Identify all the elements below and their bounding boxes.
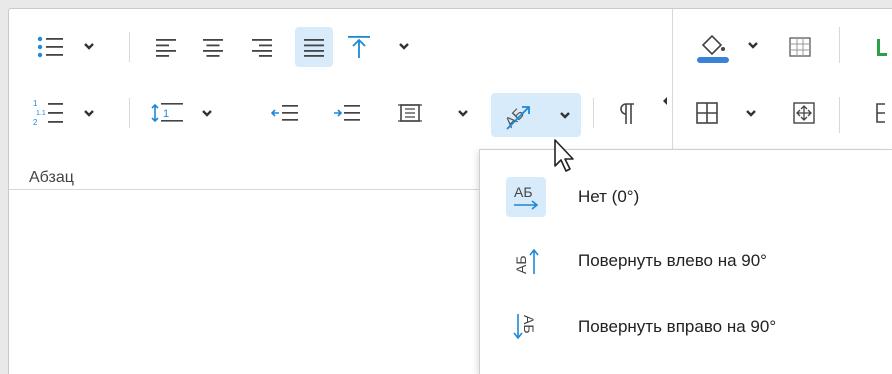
bullet-list-button[interactable] <box>31 29 95 65</box>
text-direction-none-icon: АБ <box>506 177 546 217</box>
toolbar-separator <box>129 32 130 62</box>
vertical-align-button[interactable] <box>342 29 412 65</box>
chevron-down-icon <box>202 110 212 117</box>
align-center-button[interactable] <box>196 29 230 65</box>
table-style-icon <box>789 37 811 57</box>
fill-color-icon <box>697 34 758 63</box>
table-align-button[interactable] <box>787 93 821 133</box>
rotate-right-90-icon: АБ <box>506 307 546 347</box>
menu-item-label: Повернуть вправо на 90° <box>578 317 777 336</box>
justify-button[interactable] <box>295 27 333 67</box>
chevron-down-icon <box>560 112 570 119</box>
svg-text:1.1: 1.1 <box>36 110 46 117</box>
table-split-button[interactable] <box>871 93 892 133</box>
table-split-icon <box>876 103 885 123</box>
multilevel-list-icon: 1 1.1 2 <box>33 99 94 127</box>
group-divider <box>839 97 840 133</box>
bullet-list-icon <box>37 36 94 58</box>
increase-indent-icon <box>334 105 360 121</box>
chevron-down-icon <box>84 43 94 50</box>
svg-text:АБ: АБ <box>521 315 537 334</box>
chevron-down-icon <box>84 110 94 117</box>
align-left-button[interactable] <box>149 29 183 65</box>
svg-text:1: 1 <box>33 99 38 108</box>
line-spacing-button[interactable]: 1 <box>149 93 244 133</box>
rotate-left-90-icon: АБ <box>506 241 546 281</box>
decrease-indent-button[interactable] <box>265 93 305 133</box>
align-right-button[interactable] <box>245 29 279 65</box>
align-left-icon <box>156 39 176 57</box>
svg-text:АБ: АБ <box>513 255 529 274</box>
table-style-button[interactable] <box>783 29 817 65</box>
cell-margins-button[interactable] <box>395 93 477 133</box>
increase-indent-button[interactable] <box>327 93 367 133</box>
collapse-arrow-icon[interactable] <box>661 95 669 107</box>
svg-text:1: 1 <box>163 108 169 120</box>
chevron-down-icon <box>399 43 409 50</box>
svg-text:АБ: АБ <box>514 184 533 200</box>
align-center-icon <box>203 39 223 57</box>
menu-item-label: Нет (0°) <box>578 187 640 206</box>
cell-margins-icon <box>398 104 468 122</box>
chevron-down-icon <box>458 110 468 117</box>
group-label-paragraph: Абзац <box>29 169 74 186</box>
borders-button[interactable] <box>691 93 767 133</box>
toolbar-separator <box>593 98 594 128</box>
menu-item-rotate-left[interactable]: АБ Повернуть влево на 90° <box>480 232 892 290</box>
multilevel-list-button[interactable]: 1 1.1 2 <box>31 93 95 133</box>
menu-item-none[interactable]: АБ Нет (0°) <box>480 168 892 226</box>
toolbar-separator <box>129 98 130 128</box>
table-align-icon <box>793 102 815 124</box>
text-direction-menu: АБ Нет (0°) АБ Повернуть влево на 90° АБ… <box>479 149 892 374</box>
borders-icon <box>696 102 756 124</box>
menu-item-rotate-right[interactable]: АБ Повернуть вправо на 90° <box>480 298 892 356</box>
table-tool-icon <box>877 39 887 56</box>
justify-icon <box>304 39 324 57</box>
chevron-down-icon <box>748 42 758 49</box>
pilcrow-icon <box>620 103 634 124</box>
svg-text:АБ: АБ <box>502 105 528 131</box>
text-direction-button[interactable]: АБ <box>491 93 581 137</box>
vertical-align-top-icon <box>348 36 409 58</box>
table-tool-button[interactable] <box>871 29 892 65</box>
decrease-indent-icon <box>270 105 298 121</box>
text-direction-icon: АБ <box>502 105 570 131</box>
svg-text:2: 2 <box>33 118 38 127</box>
align-right-icon <box>252 39 272 57</box>
line-spacing-icon: 1 <box>151 103 212 123</box>
menu-item-label: Повернуть влево на 90° <box>578 251 767 270</box>
fill-color-button[interactable] <box>691 25 761 67</box>
chevron-down-icon <box>746 110 756 117</box>
group-divider <box>839 27 840 63</box>
pilcrow-button[interactable] <box>607 93 647 133</box>
mouse-pointer-icon <box>554 139 574 172</box>
